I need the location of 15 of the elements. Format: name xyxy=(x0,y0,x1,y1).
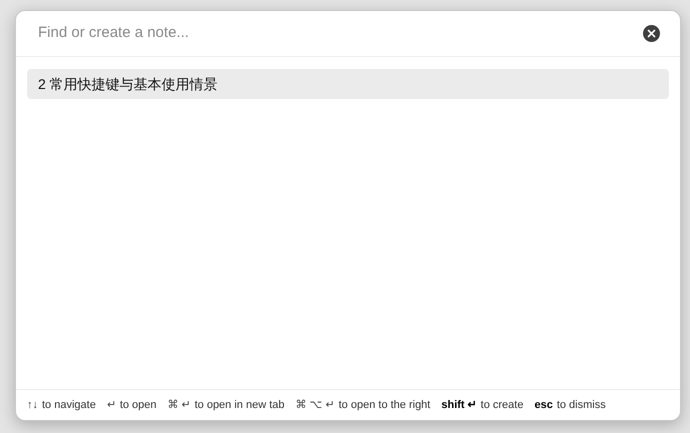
shortcut-hint: to create xyxy=(480,398,524,413)
shortcut-key: ⌘ ⌥ ↵ xyxy=(296,396,335,414)
shortcut-key: ↑↓ xyxy=(27,396,38,414)
shortcut-hint: to open to the right xyxy=(338,398,430,413)
shortcut-key: shift ↵ xyxy=(441,396,477,414)
shortcut-key: ⌘ ↵ xyxy=(168,396,191,414)
shortcut-hint: to dismiss xyxy=(556,398,606,413)
shortcut-hint: to navigate xyxy=(42,398,96,413)
note-result[interactable]: 2 常用快捷键与基本使用情景 xyxy=(27,69,669,99)
search-field[interactable]: Find or create a note... xyxy=(38,22,643,45)
shortcut-hint: to open xyxy=(120,398,157,413)
shortcut-hint: to open in new tab xyxy=(194,398,284,413)
shortcut-key: esc xyxy=(534,396,553,414)
shortcut-key: ↵ xyxy=(106,396,116,414)
clear-icon[interactable] xyxy=(643,25,660,42)
